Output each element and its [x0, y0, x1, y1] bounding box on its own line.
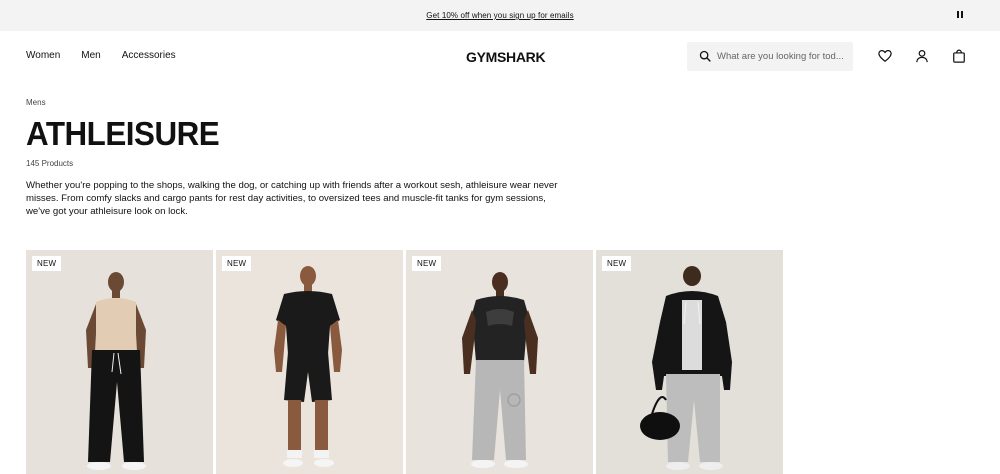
new-badge: NEW	[602, 256, 632, 271]
nav-women[interactable]: Women	[26, 50, 60, 61]
promo-bar: Get 10% off when you sign up for emails	[0, 0, 1000, 31]
user-icon[interactable]	[914, 48, 930, 64]
product-card[interactable]: NEW	[216, 250, 403, 474]
main-nav: Women Men Accessories	[26, 50, 176, 61]
search-input[interactable]	[717, 48, 845, 64]
product-card[interactable]: NEW	[26, 250, 213, 474]
new-badge: NEW	[32, 256, 62, 271]
product-image	[596, 250, 783, 474]
bag-icon[interactable]	[951, 48, 967, 64]
heart-icon[interactable]	[877, 48, 893, 64]
product-grid: NEW NEW NEW NEW	[26, 250, 783, 474]
promo-link[interactable]: Get 10% off when you sign up for emails	[426, 11, 573, 20]
product-count: 145 Products	[26, 159, 74, 168]
site-header: Women Men Accessories GYMSHARK	[0, 31, 1000, 84]
brand-logo[interactable]: GYMSHARK	[466, 49, 546, 65]
nav-accessories[interactable]: Accessories	[122, 50, 176, 61]
product-image	[26, 250, 213, 474]
search-box[interactable]	[687, 42, 853, 71]
product-image	[216, 250, 403, 474]
breadcrumb[interactable]: Mens	[26, 98, 46, 107]
nav-men[interactable]: Men	[81, 50, 100, 61]
product-card[interactable]: NEW	[596, 250, 783, 474]
new-badge: NEW	[412, 256, 442, 271]
search-icon	[699, 50, 711, 62]
page-title: ATHLEISURE	[26, 115, 220, 152]
pause-icon[interactable]	[955, 11, 964, 20]
product-card[interactable]: NEW	[406, 250, 593, 474]
category-description: Whether you're popping to the shops, wal…	[26, 180, 558, 217]
new-badge: NEW	[222, 256, 252, 271]
product-image	[406, 250, 593, 474]
